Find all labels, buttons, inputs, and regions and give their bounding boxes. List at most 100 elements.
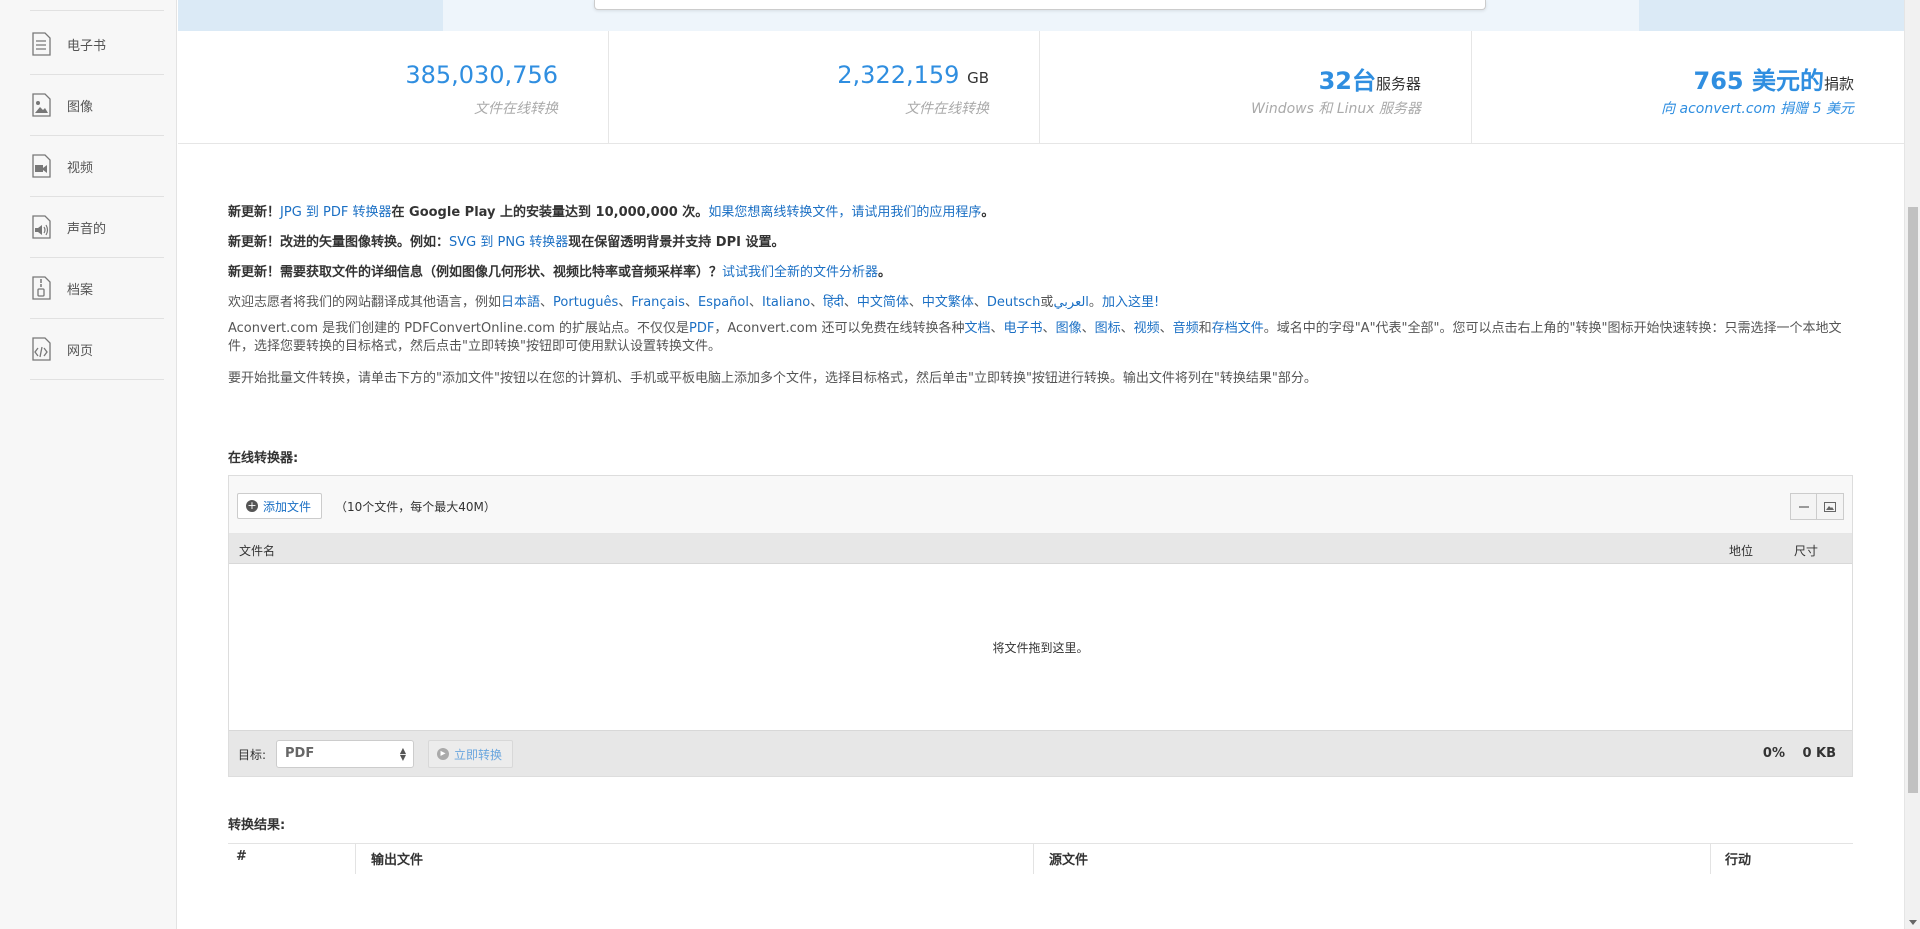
sidebar-item-image[interactable]: 图像: [30, 75, 164, 136]
column-divider: [1710, 844, 1711, 874]
lang-link[interactable]: Español: [698, 295, 749, 310]
stat-caption: 文件在线转换: [474, 101, 558, 117]
results-title: 转换结果:: [228, 818, 286, 833]
target-format-select[interactable]: PDF ▲ ▼: [276, 740, 414, 768]
top-banner: [178, 0, 1904, 31]
category-link[interactable]: 视频: [1134, 321, 1160, 336]
donate-link[interactable]: 向 aconvert.com 捐赠 5 美元: [1661, 101, 1854, 117]
add-files-button[interactable]: + 添加文件: [237, 493, 323, 519]
sidebar-item-webpage[interactable]: 网页: [30, 319, 164, 380]
offline-app-link[interactable]: 如果您想离线转换文件，请试用我们的应用程序: [708, 205, 981, 220]
stat-value: 765 美元的捐款: [1693, 67, 1854, 95]
thumbnail-view-icon[interactable]: [1817, 493, 1844, 520]
col-size: 尺寸: [1794, 544, 1819, 558]
audio-icon: [30, 215, 52, 239]
sidebar-item-video[interactable]: 视频: [30, 136, 164, 197]
sidebar-item-label: 电子书: [67, 38, 107, 54]
file-table-header: 文件名 地位 尺寸: [229, 534, 1852, 564]
lang-link[interactable]: हिंदी: [823, 295, 844, 310]
stat-donations: 765 美元的捐款 向 aconvert.com 捐赠 5 美元: [1472, 31, 1904, 144]
sidebar-item-audio[interactable]: 声音的: [30, 197, 164, 258]
about-paragraph: Aconvert.com 是我们创建的 PDFConvertOnline.com…: [228, 321, 1842, 354]
category-link[interactable]: 电子书: [1004, 321, 1043, 336]
webpage-icon: [30, 337, 52, 361]
converter-footer: 目标: PDF ▲ ▼ ▸ 立即转换 0% 0 KB: [229, 730, 1852, 776]
image-icon: [30, 93, 52, 117]
column-divider: [355, 844, 356, 874]
sidebar-item-label: 档案: [67, 282, 94, 298]
lang-link[interactable]: 中文繁体: [922, 295, 974, 310]
stat-caption: 向 aconvert.com 捐赠 5 美元: [1661, 98, 1854, 118]
archive-icon: [30, 276, 52, 300]
col-source-file: 源文件: [1049, 853, 1089, 868]
results-table-header: # 输出文件 源文件 行动: [228, 843, 1853, 874]
stat-value: 385,030,756: [405, 61, 558, 89]
file-limit-note: （10个文件，每个最大40M）: [335, 500, 496, 514]
lang-link[interactable]: Deutsch: [987, 295, 1041, 310]
col-number: #: [236, 849, 247, 864]
category-link[interactable]: 音频: [1173, 321, 1199, 336]
lang-link[interactable]: Português: [553, 295, 618, 310]
progress-percent: 0%: [1762, 746, 1785, 761]
sidebar-item-label: 视频: [67, 160, 94, 176]
category-link[interactable]: 文档: [965, 321, 991, 336]
jpg-to-pdf-link[interactable]: JPG 到 PDF 转换器: [280, 205, 391, 220]
stat-value: 2,322,159 GB: [837, 61, 989, 89]
stats-row: 385,030,756 文件在线转换 2,322,159 GB 文件在线转换 3…: [178, 31, 1904, 144]
stat-data-converted: 2,322,159 GB 文件在线转换: [609, 31, 1040, 144]
sidebar-item-label: 网页: [67, 343, 94, 359]
stat-servers: 32台服务器 Windows 和 Linux 服务器: [1040, 31, 1472, 144]
converter-panel: + 添加文件 （10个文件，每个最大40M） 文件名 地位 尺寸 将文件拖到这里…: [228, 475, 1853, 777]
ebook-icon: [30, 32, 52, 56]
batch-paragraph: 要开始批量文件转换，请单击下方的"添加文件"按钮以在您的计算机、手机或平板电脑上…: [228, 371, 1317, 386]
banner-search-box: [594, 0, 1486, 10]
category-link[interactable]: 图像: [1056, 321, 1082, 336]
col-filename: 文件名: [239, 544, 276, 558]
stat-files-converted: 385,030,756 文件在线转换: [178, 31, 609, 144]
news-line-2: 新更新！改进的矢量图像转换。例如：SVG 到 PNG 转换器现在保留透明背景并支…: [228, 235, 785, 250]
lang-link[interactable]: Français: [631, 295, 685, 310]
column-divider: [1033, 844, 1034, 874]
category-link[interactable]: 存档文件: [1212, 321, 1264, 336]
col-action: 行动: [1725, 853, 1752, 868]
news-line-1: 新更新！JPG 到 PDF 转换器在 Google Play 上的安装量达到 1…: [228, 205, 995, 220]
sidebar-item-archive[interactable]: 档案: [30, 258, 164, 319]
sidebar-item-ebook[interactable]: 电子书: [30, 14, 164, 75]
lang-link[interactable]: العربي: [1053, 295, 1088, 310]
file-analyzer-link[interactable]: 试试我们全新的文件分析器: [722, 265, 878, 280]
plus-circle-icon: +: [246, 499, 258, 512]
target-label: 目标:: [238, 748, 267, 762]
col-position: 地位: [1729, 544, 1754, 558]
converter-title: 在线转换器:: [228, 451, 299, 466]
banner-left-panel: [178, 0, 443, 31]
banner-right-panel: [1639, 0, 1904, 31]
sidebar-divider: [30, 10, 164, 11]
total-size: 0 KB: [1802, 746, 1836, 761]
play-circle-icon: ▸: [437, 748, 449, 760]
file-drop-zone[interactable]: 将文件拖到这里。: [229, 564, 1852, 731]
lang-link[interactable]: Italiano: [762, 295, 810, 310]
page-scrollbar[interactable]: [1904, 0, 1920, 929]
sidebar-item-label: 声音的: [67, 221, 107, 237]
stat-caption: 文件在线转换: [905, 101, 989, 117]
select-arrows-icon: ▲ ▼: [399, 746, 406, 762]
col-output-file: 输出文件: [371, 853, 424, 868]
pdf-link[interactable]: PDF: [689, 321, 714, 336]
translate-line: 欢迎志愿者将我们的网站翻译成其他语言，例如日本語、Português、Franç…: [228, 295, 1160, 310]
lang-link[interactable]: 中文简体: [857, 295, 909, 310]
list-view-icon[interactable]: [1790, 493, 1817, 520]
news-line-3: 新更新！需要获取文件的详细信息（例如图像几何形状、视频比特率或音频采样率）？试试…: [228, 265, 892, 280]
stat-caption: Windows 和 Linux 服务器: [1251, 101, 1421, 117]
video-icon: [30, 154, 52, 178]
join-link[interactable]: 加入这里!: [1102, 295, 1159, 310]
converter-toolbar: + 添加文件 （10个文件，每个最大40M）: [229, 476, 1852, 534]
sidebar: 电子书 图像 视频 声音的 档案 网页: [0, 0, 177, 929]
convert-now-button[interactable]: ▸ 立即转换: [428, 740, 514, 768]
category-link[interactable]: 图标: [1095, 321, 1121, 336]
scroll-down-icon[interactable]: [1909, 920, 1917, 925]
lang-link[interactable]: 日本語: [501, 295, 540, 310]
stat-value: 32台服务器: [1318, 67, 1421, 95]
svg-to-png-link[interactable]: SVG 到 PNG 转换器: [449, 235, 568, 250]
scrollbar-thumb[interactable]: [1908, 207, 1918, 793]
sidebar-item-label: 图像: [67, 99, 94, 115]
